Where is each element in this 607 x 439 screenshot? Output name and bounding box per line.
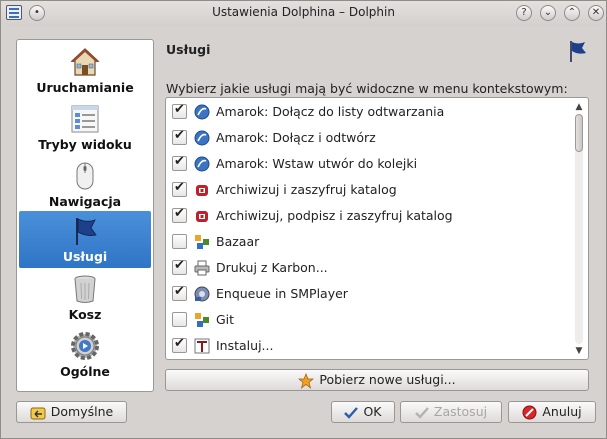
service-label: Bazaar — [216, 234, 260, 249]
scroll-down-arrow-icon[interactable]: ▼ — [573, 346, 585, 356]
service-label: Enqueue in SMPlayer — [216, 286, 348, 301]
mouse-icon — [76, 162, 94, 190]
sidebar-item-view-modes[interactable]: Tryby widoku — [19, 99, 151, 156]
apply-label: Zastosuj — [433, 404, 488, 419]
apply-button[interactable]: Zastosuj — [400, 401, 502, 423]
font-install-icon — [194, 338, 210, 354]
list-item[interactable]: Drukuj z Karbon... — [170, 255, 570, 281]
sidebar-item-label: Kosz — [68, 307, 102, 322]
service-checkbox[interactable] — [172, 284, 187, 301]
restore-defaults-icon — [30, 407, 46, 419]
printer-icon — [194, 260, 210, 276]
smplayer-icon — [194, 286, 210, 302]
service-checkbox[interactable] — [172, 102, 187, 119]
flag-icon — [570, 41, 586, 62]
view-modes-icon — [71, 105, 99, 133]
service-checkbox[interactable] — [172, 336, 187, 353]
services-description: Wybierz jakie usługi mają być widoczne w… — [166, 81, 568, 96]
service-checkbox[interactable] — [172, 234, 187, 249]
gear-icon — [71, 332, 99, 360]
amarok-icon — [194, 156, 210, 172]
service-label: Instaluj... — [216, 338, 274, 353]
title-bar[interactable]: • Ustawienia Dolphina – Dolphin ? ⌄ ⌃ ✕ — [1, 1, 606, 25]
list-item[interactable]: Archiwizuj i zaszyfruj katalog — [170, 177, 570, 203]
service-label: Archiwizuj i zaszyfruj katalog — [216, 182, 397, 197]
sidebar-item-label: Usługi — [62, 249, 108, 264]
vcs-icon — [195, 313, 209, 327]
list-item[interactable]: Amarok: Dołącz i odtwórz — [170, 125, 570, 151]
amarok-icon — [194, 104, 210, 120]
service-label: Amarok: Wstaw utwór do kolejki — [216, 156, 418, 171]
service-label: Drukuj z Karbon... — [216, 260, 328, 275]
vcs-icon — [195, 235, 209, 249]
list-item[interactable]: Archiwizuj, podpisz i zaszyfruj katalog — [170, 203, 570, 229]
defaults-label: Domyślne — [50, 404, 114, 419]
sidebar-item-trash[interactable]: Kosz — [19, 269, 151, 326]
sidebar-item-label: Tryby widoku — [38, 137, 132, 152]
service-checkbox[interactable] — [172, 180, 187, 197]
service-checkbox[interactable] — [172, 258, 187, 275]
sidebar-item-label: Nawigacja — [48, 194, 122, 209]
list-item[interactable]: Amarok: Wstaw utwór do kolejki — [170, 151, 570, 177]
service-checkbox[interactable] — [172, 154, 187, 171]
cancel-icon — [522, 405, 537, 420]
sidebar-item-startup[interactable]: Uruchamianie — [19, 42, 151, 99]
list-item[interactable]: Enqueue in SMPlayer — [170, 281, 570, 307]
cancel-button[interactable]: Anuluj — [508, 401, 596, 423]
service-checkbox[interactable] — [172, 312, 187, 327]
services-scrollbar[interactable]: ▲ ▼ — [573, 102, 585, 356]
house-icon — [70, 48, 100, 76]
list-item[interactable]: Bazaar — [170, 229, 570, 255]
amarok-icon — [194, 130, 210, 146]
scrollbar-thumb[interactable] — [575, 114, 583, 152]
sidebar-item-navigation[interactable]: Nawigacja — [19, 156, 151, 213]
ok-label: OK — [363, 404, 382, 419]
sidebar-item-label: Uruchamianie — [36, 80, 134, 95]
checkmark-icon — [344, 406, 359, 419]
services-list[interactable]: Amarok: Dołącz do listy odtwarzania Amar… — [165, 97, 589, 360]
sidebar-item-general[interactable]: Ogólne — [19, 326, 151, 383]
flag-icon — [76, 218, 97, 245]
archive-icon — [196, 185, 208, 196]
minimize-button[interactable]: ⌄ — [540, 5, 556, 21]
checkmark-icon — [415, 406, 429, 419]
cancel-label: Anuluj — [542, 404, 582, 419]
service-label: Git — [216, 312, 235, 327]
service-label: Amarok: Dołącz do listy odtwarzania — [216, 104, 445, 119]
sidebar-item-services[interactable]: Usługi — [19, 211, 151, 268]
close-button[interactable]: ✕ — [588, 5, 604, 21]
get-new-services-label: Pobierz nowe usługi... — [319, 372, 456, 387]
list-item[interactable]: Instaluj... — [170, 333, 570, 359]
service-checkbox[interactable] — [172, 128, 187, 145]
service-checkbox[interactable] — [172, 206, 187, 223]
sidebar-item-label: Ogólne — [60, 364, 110, 379]
star-icon — [298, 372, 315, 389]
list-item[interactable]: Amarok: Dołącz do listy odtwarzania — [170, 99, 570, 125]
defaults-button[interactable]: Domyślne — [16, 401, 127, 423]
settings-dialog: • Ustawienia Dolphina – Dolphin ? ⌄ ⌃ ✕ … — [0, 0, 607, 439]
help-button[interactable]: ? — [516, 5, 532, 21]
maximize-button[interactable]: ⌃ — [564, 5, 580, 21]
settings-sidebar: Uruchamianie Tryby widoku Nawigacja Usłu… — [16, 39, 154, 392]
service-label: Archiwizuj, podpisz i zaszyfruj katalog — [216, 208, 453, 223]
scrollbar-track[interactable] — [575, 114, 583, 344]
get-new-services-button[interactable]: Pobierz nowe usługi... — [165, 369, 589, 391]
trash-icon — [74, 275, 96, 303]
service-label: Amarok: Dołącz i odtwórz — [216, 130, 376, 145]
list-item[interactable]: Git — [170, 307, 570, 333]
scroll-up-arrow-icon[interactable]: ▲ — [573, 102, 585, 112]
ok-button[interactable]: OK — [331, 401, 395, 423]
page-title: Usługi — [166, 42, 211, 57]
archive-icon — [196, 211, 208, 222]
